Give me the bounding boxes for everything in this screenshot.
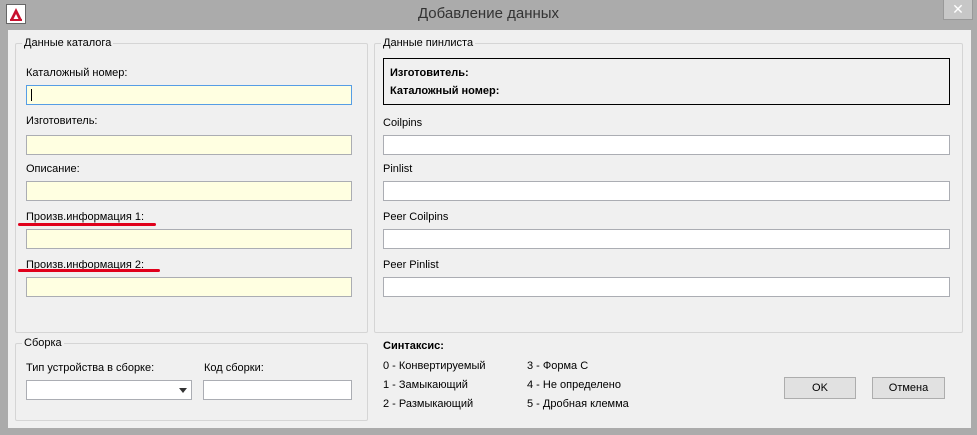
cancel-button[interactable]: Отмена [872, 377, 945, 399]
pinlist-manufacturer-label: Изготовитель: [390, 67, 469, 79]
manufacturer-label: Изготовитель: [26, 115, 98, 127]
pinlist-catalog-number-label: Каталожный номер: [390, 85, 500, 97]
catalog-number-input[interactable] [26, 85, 352, 105]
peer-coilpins-input[interactable] [383, 229, 950, 249]
syntax-item: 5 - Дробная клемма [527, 398, 629, 410]
syntax-item: 1 - Замыкающий [383, 379, 468, 391]
add-data-dialog: Добавление данных ✕ Данные каталога Ката… [0, 0, 977, 435]
close-icon: ✕ [952, 1, 964, 17]
pinlist-data-group-title: Данные пинлиста [381, 37, 476, 49]
description-input[interactable] [26, 181, 352, 201]
chevron-down-icon [179, 388, 187, 393]
peer-coilpins-label: Peer Coilpins [383, 211, 449, 223]
device-type-select[interactable] [26, 380, 192, 400]
catalog-data-group-title: Данные каталога [22, 37, 114, 49]
ok-button[interactable]: OK [784, 377, 856, 399]
syntax-title: Синтаксис: [383, 340, 444, 352]
pinlist-info-box: Изготовитель: Каталожный номер: [383, 58, 950, 105]
coilpins-input[interactable] [383, 135, 950, 155]
pinlist-label: Pinlist [383, 163, 413, 175]
device-type-label: Тип устройства в сборке: [26, 362, 155, 374]
assembly-code-label: Код сборки: [204, 362, 264, 374]
assembly-group-title: Сборка [22, 337, 64, 349]
peer-pinlist-label: Peer Pinlist [383, 259, 439, 271]
manufacturer-input[interactable] [26, 135, 352, 155]
user-info1-label: Произв.информация 1: [26, 211, 145, 223]
peer-pinlist-input[interactable] [383, 277, 950, 297]
syntax-item: 3 - Форма С [527, 360, 589, 372]
red-underline-mark-2 [18, 269, 160, 272]
user-info2-input[interactable] [26, 277, 352, 297]
user-info1-input[interactable] [26, 229, 352, 249]
syntax-item: 2 - Размыкающий [383, 398, 474, 410]
description-label: Описание: [26, 163, 80, 175]
assembly-code-input[interactable] [203, 380, 352, 400]
syntax-item: 4 - Не определено [527, 379, 621, 391]
pinlist-input[interactable] [383, 181, 950, 201]
catalog-number-label: Каталожный номер: [26, 67, 128, 79]
close-button[interactable]: ✕ [943, 0, 973, 20]
red-underline-mark-1 [18, 223, 156, 226]
title-bar: Добавление данных ✕ [0, 0, 977, 30]
window-title: Добавление данных [417, 5, 560, 22]
coilpins-label: Coilpins [383, 117, 423, 129]
dialog-client-area: Данные каталога Каталожный номер: Изгото… [8, 30, 971, 428]
syntax-item: 0 - Конвертируемый [383, 360, 486, 372]
text-caret [31, 89, 32, 101]
